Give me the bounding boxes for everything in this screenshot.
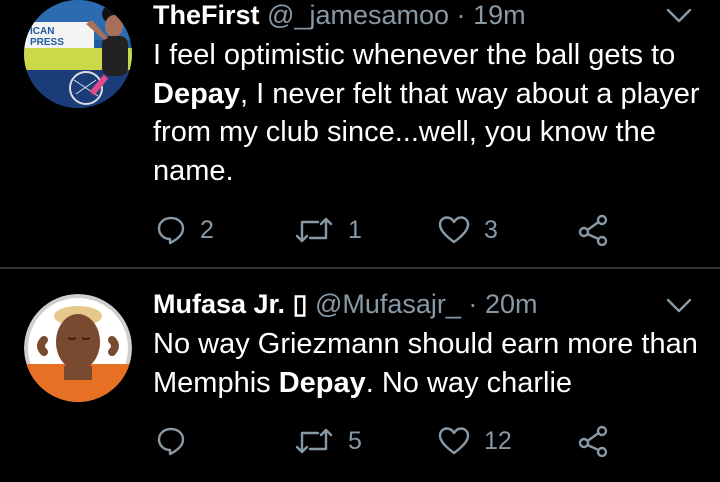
like-button[interactable]: 12: [438, 421, 512, 461]
chevron-down-icon[interactable]: [666, 298, 692, 314]
tweet[interactable]: ICAN PRESS TheFirst @_jamesamoo · 19m I …: [0, 0, 720, 268]
svg-text:PRESS: PRESS: [30, 37, 64, 48]
tweet-header: Mufasa Jr. ▯ @Mufasajr_ · 20m: [153, 288, 537, 320]
retweet-icon: [294, 215, 334, 245]
tweet-actions: 2 1 3: [0, 210, 720, 250]
separator-dot: ·: [468, 289, 478, 319]
tweet-text: I feel optimistic whenever the ball gets…: [153, 39, 700, 187]
tweet-text: No way Griezmann should earn more than M…: [153, 328, 698, 399]
timestamp[interactable]: 19m: [473, 0, 526, 30]
retweet-count: 5: [348, 426, 362, 455]
emoji-glyph: ▯: [292, 289, 308, 319]
retweet-button[interactable]: 1: [294, 210, 362, 250]
share-icon: [578, 214, 610, 246]
highlighted-keyword: Depay: [278, 366, 366, 399]
retweet-icon: [294, 426, 334, 456]
share-button[interactable]: [578, 421, 610, 461]
retweet-count: 1: [348, 215, 362, 244]
tweet[interactable]: Mufasa Jr. ▯ @Mufasajr_ · 20m No way Gri…: [0, 269, 720, 482]
display-name[interactable]: TheFirst: [153, 0, 260, 30]
reply-button[interactable]: 2: [156, 210, 214, 250]
highlighted-keyword: Depay: [153, 77, 241, 110]
like-icon: [438, 215, 470, 245]
user-handle[interactable]: @_jamesamoo: [267, 0, 449, 30]
retweet-button[interactable]: 5: [294, 421, 362, 461]
avatar[interactable]: ICAN PRESS: [24, 0, 132, 108]
like-count: 12: [484, 426, 512, 455]
separator-dot: ·: [456, 0, 466, 30]
reply-icon: [156, 215, 186, 245]
like-icon: [438, 426, 470, 456]
share-button[interactable]: [578, 210, 610, 250]
reply-icon: [156, 426, 186, 456]
share-icon: [578, 425, 610, 457]
like-count: 3: [484, 215, 498, 244]
tweet-header: TheFirst @_jamesamoo · 19m: [153, 0, 526, 31]
like-button[interactable]: 3: [438, 210, 498, 250]
reply-count: 2: [200, 215, 214, 244]
reply-button[interactable]: [156, 421, 200, 461]
timestamp[interactable]: 20m: [485, 289, 538, 319]
tweet-actions: 5 12: [0, 421, 720, 461]
display-name[interactable]: Mufasa Jr. ▯: [153, 289, 307, 319]
user-handle[interactable]: @Mufasajr_: [315, 289, 461, 319]
avatar-banner-text: ICAN: [30, 26, 54, 37]
avatar[interactable]: [24, 294, 132, 402]
chevron-down-icon[interactable]: [666, 8, 692, 24]
